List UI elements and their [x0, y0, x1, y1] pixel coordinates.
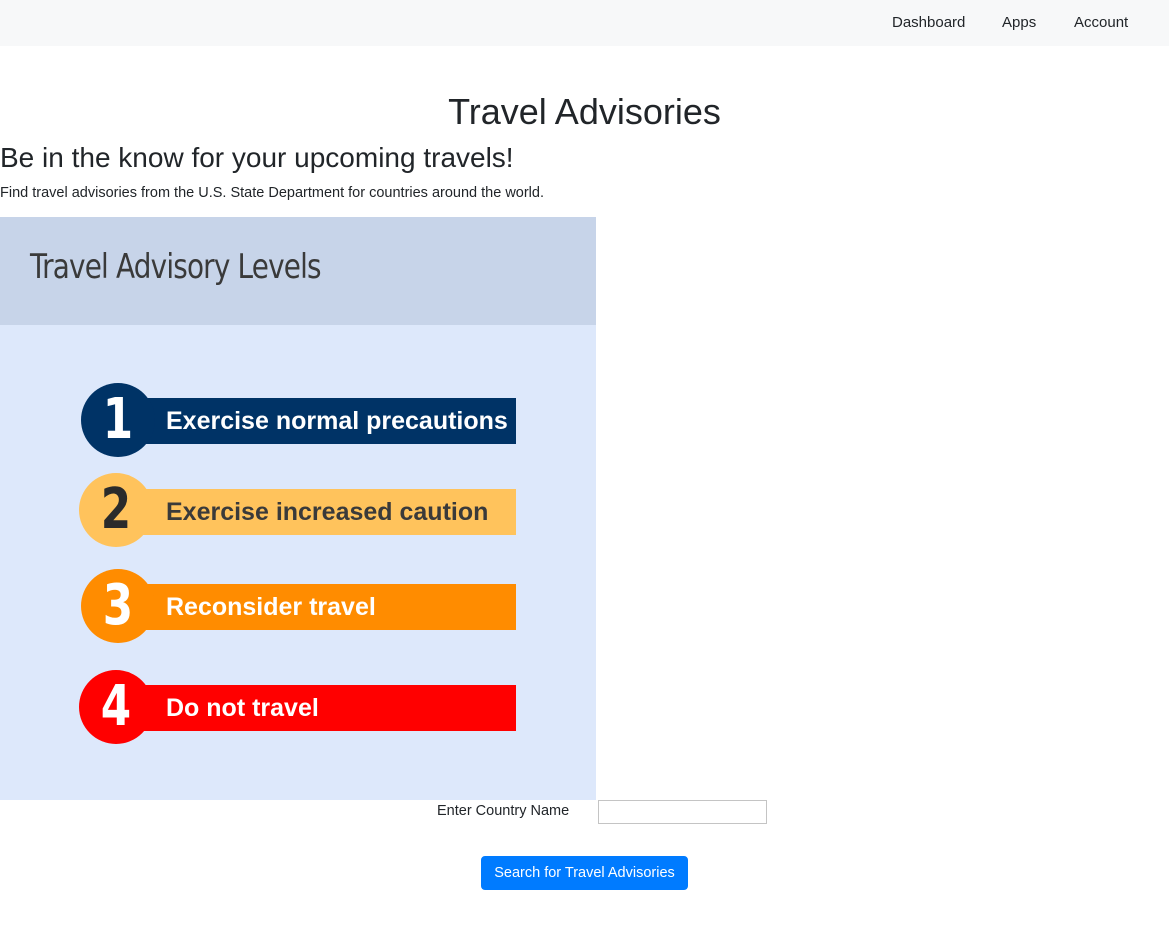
- country-name-label: Enter Country Name: [437, 803, 570, 819]
- advisory-levels-graphic: Travel Advisory Levels 1 Exercise normal…: [0, 217, 596, 800]
- level-1-label: Exercise normal precautions: [166, 407, 508, 435]
- country-name-input[interactable]: [598, 800, 767, 824]
- nav-link-dashboard[interactable]: Dashboard: [892, 14, 965, 31]
- nav-link-apps[interactable]: Apps: [1002, 14, 1036, 31]
- level-4-circle: 4: [79, 670, 153, 744]
- nav-link-account[interactable]: Account: [1074, 14, 1128, 31]
- level-2-circle: 2: [79, 473, 153, 547]
- search-advisories-button[interactable]: Search for Travel Advisories: [481, 856, 688, 890]
- page-description: Find travel advisories from the U.S. Sta…: [0, 185, 544, 201]
- level-1-number: 1: [102, 387, 134, 452]
- top-navbar: Dashboard Apps Account: [0, 0, 1169, 46]
- level-2-number: 2: [100, 477, 132, 542]
- page-subtitle: Be in the know for your upcoming travels…: [0, 142, 514, 173]
- level-4-number: 4: [100, 674, 132, 739]
- graphic-header: Travel Advisory Levels: [0, 217, 596, 325]
- level-3-circle: 3: [81, 569, 155, 643]
- level-2-label: Exercise increased caution: [166, 498, 489, 526]
- page-title: Travel Advisories: [448, 91, 721, 132]
- level-1-circle: 1: [81, 383, 155, 457]
- level-3-label: Reconsider travel: [166, 593, 376, 621]
- graphic-title: Travel Advisory Levels: [30, 247, 322, 287]
- level-3-number: 3: [102, 573, 134, 638]
- level-4-label: Do not travel: [166, 694, 319, 722]
